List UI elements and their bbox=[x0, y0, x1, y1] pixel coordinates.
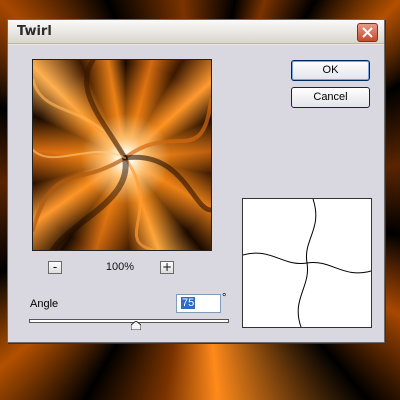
plus-icon: + bbox=[161, 260, 173, 274]
twirl-dialog: Twirl - 100% + OK Cancel Angle 75 ° bbox=[7, 19, 385, 343]
close-button[interactable] bbox=[357, 23, 378, 42]
dialog-client-area: - 100% + OK Cancel Angle 75 ° bbox=[8, 45, 384, 342]
angle-value: 75 bbox=[181, 297, 196, 309]
twirl-swirl-image bbox=[33, 60, 211, 250]
twirl-grid-lines bbox=[242, 198, 372, 328]
distortion-grid-preview bbox=[242, 198, 372, 328]
dialog-title: Twirl bbox=[17, 24, 52, 39]
angle-slider-track[interactable] bbox=[29, 319, 229, 323]
angle-label: Angle bbox=[30, 298, 59, 310]
zoom-level: 100% bbox=[105, 261, 135, 273]
close-icon bbox=[362, 27, 373, 38]
zoom-out-button[interactable]: - bbox=[48, 261, 62, 274]
title-bar[interactable]: Twirl bbox=[8, 20, 384, 44]
minus-icon: - bbox=[52, 260, 58, 274]
angle-input[interactable]: 75 bbox=[176, 294, 221, 313]
zoom-in-button[interactable]: + bbox=[160, 261, 174, 274]
ok-button[interactable]: OK bbox=[291, 60, 370, 81]
cancel-button[interactable]: Cancel bbox=[291, 87, 370, 108]
angle-slider-thumb[interactable] bbox=[131, 321, 141, 330]
filter-preview[interactable] bbox=[32, 59, 212, 251]
degree-unit: ° bbox=[222, 292, 227, 304]
